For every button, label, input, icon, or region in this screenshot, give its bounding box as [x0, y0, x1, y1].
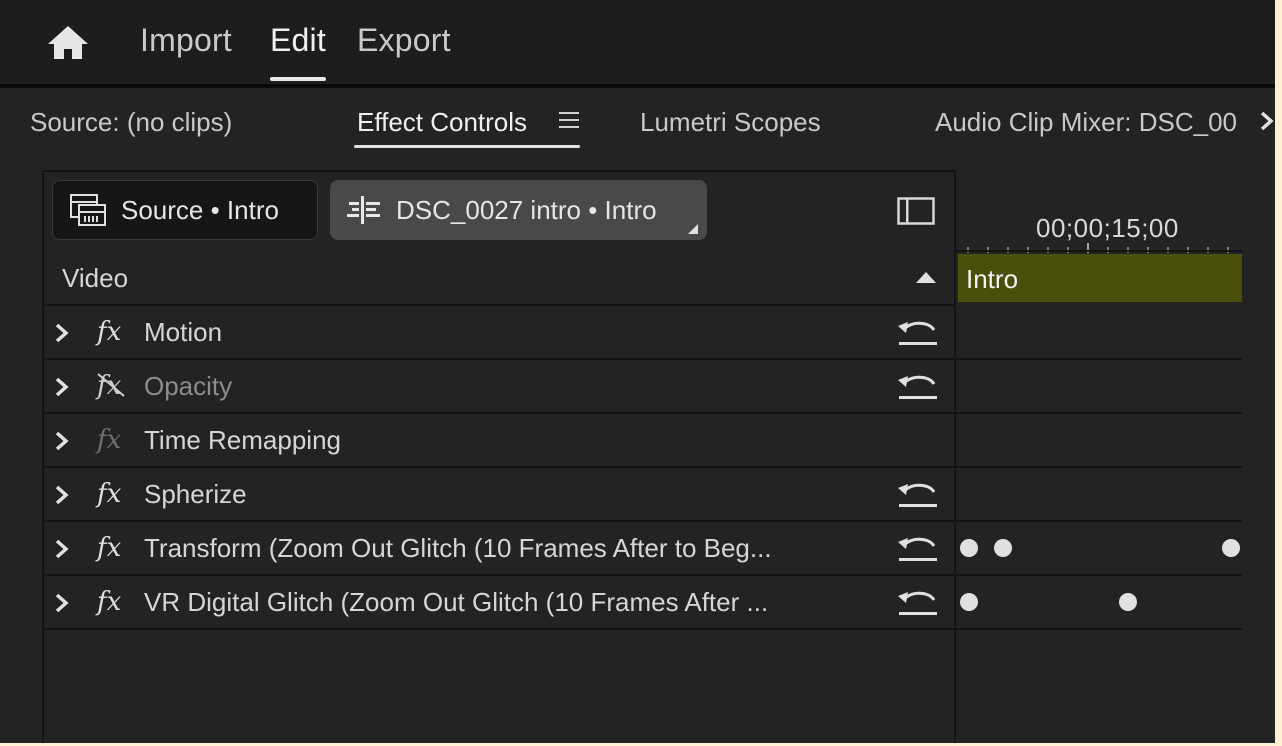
svg-text:fx: fx	[95, 479, 122, 509]
tab-audio-clip-mixer[interactable]: Audio Clip Mixer: DSC_00	[935, 107, 1237, 138]
fx-toggle-icon[interactable]: fx	[94, 314, 128, 348]
expand-chevron-icon[interactable]	[54, 484, 70, 506]
svg-text:fx: fx	[95, 533, 122, 563]
fx-toggle-icon[interactable]: fx	[94, 530, 128, 564]
effect-row[interactable]: fx Motion	[44, 306, 1242, 360]
sequence-clip-label: DSC_0027 intro • Intro	[396, 194, 657, 225]
fx-toggle-icon[interactable]: fx	[94, 584, 128, 618]
top-navigation: Import Edit Export	[0, 0, 1275, 84]
collapse-caret-icon[interactable]	[916, 272, 936, 283]
nav-active-indicator	[270, 77, 326, 81]
timeline-clip-label: Intro	[966, 264, 1019, 294]
tab-audio-clip-mixer-wrap[interactable]: Audio Clip Mixer: DSC_00	[935, 107, 1243, 139]
panel-right-edge	[1242, 160, 1275, 743]
toggle-timeline-view-icon[interactable]	[897, 197, 935, 225]
reset-effect-icon[interactable]	[896, 480, 940, 510]
effect-name: Spherize	[144, 479, 247, 509]
reset-effect-icon[interactable]	[896, 534, 940, 564]
tab-effect-controls[interactable]: Effect Controls	[357, 107, 527, 138]
effect-row[interactable]: fx Opacity	[44, 360, 1242, 414]
svg-text:fx: fx	[95, 317, 122, 347]
expand-chevron-icon[interactable]	[54, 376, 70, 398]
video-section-header[interactable]: Video	[44, 252, 956, 306]
nav-export[interactable]: Export	[357, 22, 451, 59]
reset-effect-icon[interactable]	[896, 318, 940, 348]
effect-row[interactable]: fx Transform (Zoom Out Glitch (10 Frames …	[44, 522, 1242, 576]
tab-lumetri-scopes[interactable]: Lumetri Scopes	[640, 107, 821, 138]
effect-name: Transform (Zoom Out Glitch (10 Frames Af…	[144, 533, 772, 563]
timeline-header-divider	[956, 250, 1242, 252]
sequence-clip-button[interactable]: DSC_0027 intro • Intro	[330, 180, 707, 240]
expand-chevron-icon[interactable]	[54, 322, 70, 344]
nav-import[interactable]: Import	[140, 22, 232, 59]
home-icon[interactable]	[45, 22, 91, 62]
fx-toggle-icon[interactable]: fx	[94, 422, 128, 456]
svg-text:fx: fx	[95, 425, 122, 455]
effect-row[interactable]: fx Spherize	[44, 468, 1242, 522]
effect-name: Motion	[144, 317, 223, 347]
expand-chevron-icon[interactable]	[54, 538, 70, 560]
source-clip-label: Source • Intro	[121, 194, 279, 225]
source-monitor-icon	[69, 193, 107, 227]
effect-row[interactable]: fx Time Remapping	[44, 414, 1242, 468]
keyframe-marker[interactable]	[1221, 539, 1240, 557]
panel-menu-icon[interactable]	[558, 110, 580, 130]
nav-divider	[0, 84, 1275, 88]
tab-active-indicator	[354, 145, 580, 148]
premiere-app: Import Edit Export Source: (no clips) Ef…	[0, 0, 1275, 743]
timeline-timecode: 00;00;15;00	[1036, 213, 1179, 243]
effect-name: VR Digital Glitch (Zoom Out Glitch (10 F…	[144, 587, 769, 617]
reset-effect-icon[interactable]	[896, 372, 940, 402]
effect-name: Time Remapping	[144, 425, 342, 455]
more-tabs-chevron-icon[interactable]	[1258, 110, 1275, 132]
expand-chevron-icon[interactable]	[54, 430, 70, 452]
fx-toggle-icon[interactable]: fx	[94, 368, 128, 402]
sequence-dropdown-corner-icon	[688, 224, 698, 234]
source-clip-button[interactable]: Source • Intro	[52, 180, 318, 240]
fx-toggle-icon[interactable]: fx	[94, 476, 128, 510]
nav-edit[interactable]: Edit	[270, 22, 326, 59]
timeline-clip-bar[interactable]: Intro	[958, 254, 1242, 302]
svg-text:fx: fx	[95, 587, 122, 617]
expand-chevron-icon[interactable]	[54, 592, 70, 614]
reset-effect-icon[interactable]	[896, 588, 940, 618]
video-section-label: Video	[62, 263, 129, 293]
effect-row[interactable]: fx VR Digital Glitch (Zoom Out Glitch (10…	[44, 576, 1242, 630]
sequence-icon	[346, 195, 382, 225]
tab-source[interactable]: Source: (no clips)	[30, 107, 232, 138]
effect-name: Opacity	[144, 371, 233, 401]
